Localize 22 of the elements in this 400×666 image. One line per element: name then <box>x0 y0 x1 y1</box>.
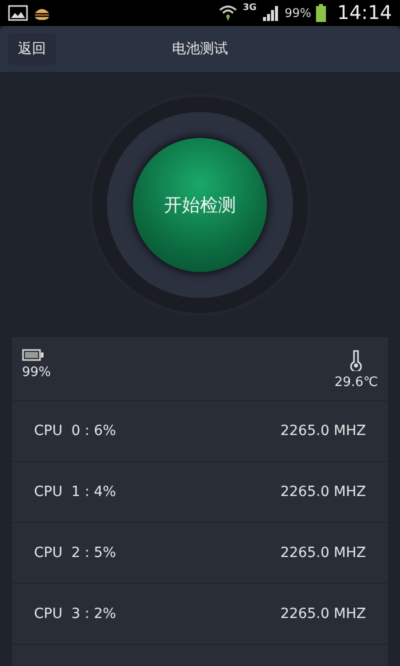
page-title: 电池测试 <box>171 40 229 58</box>
signal-icon <box>262 5 280 21</box>
cpu-frequency: 2265.0 MHZ <box>280 606 366 622</box>
cpu-usage: CPU 1 : 4% <box>34 484 116 500</box>
cpu-frequency: 2265.0 MHZ <box>280 484 366 500</box>
battery-icon <box>22 349 44 361</box>
battery-percent: 99% <box>284 6 312 20</box>
image-icon <box>8 5 28 21</box>
cpu-usage: CPU 2 : 5% <box>34 545 116 561</box>
network-type: 3G <box>242 3 257 13</box>
cpu-usage: CPU 0 : 6% <box>34 423 116 439</box>
battery-level: 99% <box>22 365 51 380</box>
thermometer-icon <box>349 349 364 371</box>
battery-icon <box>316 4 326 22</box>
clock: 14:14 <box>337 2 392 24</box>
cpu-usage: CPU 3 : 2% <box>34 606 116 622</box>
back-button[interactable]: 返回 <box>8 33 56 65</box>
temperature: 29.6℃ <box>334 375 378 390</box>
start-button[interactable]: 开始检测 <box>133 138 267 272</box>
cpu-frequency: 2265.0 MHZ <box>280 423 366 439</box>
wifi-icon <box>218 4 238 22</box>
cpu-frequency: 2265.0 MHZ <box>280 545 366 561</box>
